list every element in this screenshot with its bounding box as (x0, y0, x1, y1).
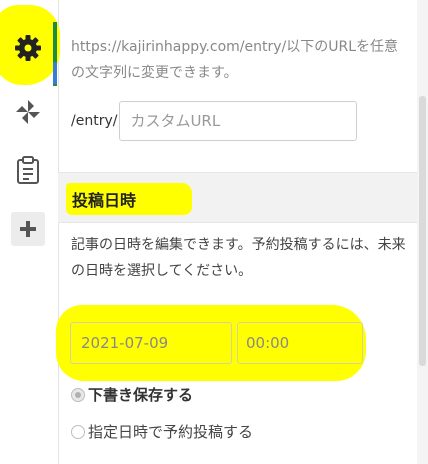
schedule-option-label: 指定日時で予約投稿する (88, 423, 254, 441)
scrollbar[interactable] (417, 0, 428, 464)
draft-option-label: 下書き保存する (88, 386, 194, 404)
schedule-description: 記事の日時を編集できます。予約投稿するには、未来の日時を選択してください。 (71, 237, 406, 279)
permalink-note: https://kajirinhappy.com/entry/以下のURLを任意… (71, 39, 399, 81)
plus-icon[interactable] (11, 212, 45, 246)
permalink-prefix: /entry/ (71, 113, 118, 129)
clipboard-icon[interactable] (11, 153, 45, 187)
gear-icon[interactable] (11, 31, 45, 65)
radio-button[interactable] (71, 424, 85, 439)
schedule-title: 投稿日時 (72, 191, 137, 210)
time-input[interactable] (237, 322, 363, 364)
schedule-section-header: 投稿日時 (58, 172, 417, 223)
pinwheel-icon[interactable] (11, 95, 45, 129)
draft-option[interactable]: 下書き保存する (71, 384, 193, 405)
radio-button[interactable] (71, 387, 85, 402)
custom-url-input[interactable] (119, 101, 358, 141)
schedule-option[interactable]: 指定日時で予約投稿する (71, 421, 253, 442)
permalink-row: /entry/ (71, 100, 358, 142)
active-indicator-accent (53, 62, 57, 84)
sidebar (0, 0, 60, 464)
scrollbar-thumb[interactable] (419, 96, 426, 366)
settings-panel: https://kajirinhappy.com/entry/以下のURLを任意… (56, 0, 417, 464)
date-input[interactable] (70, 322, 232, 364)
